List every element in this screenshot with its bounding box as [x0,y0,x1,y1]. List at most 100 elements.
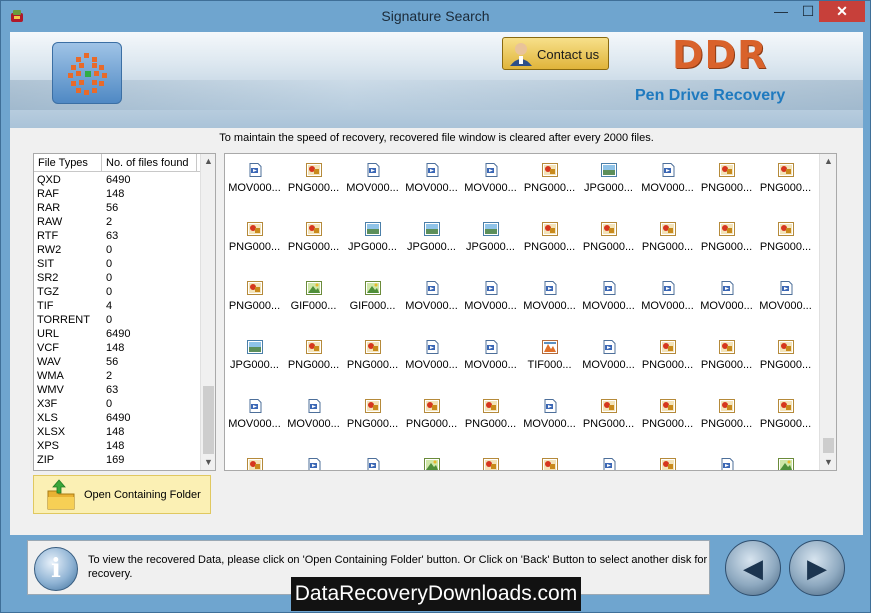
recovered-file-item[interactable]: PNG000... [225,263,284,322]
recovered-file-item[interactable]: PNG000... [520,440,579,470]
recovered-file-item[interactable]: PNG000... [756,322,815,381]
back-button[interactable]: ◀ [725,540,781,596]
recovered-file-item[interactable]: JPG000... [225,322,284,381]
file-type-row[interactable]: RW2 0 [34,243,201,257]
recovered-file-item[interactable]: MOV000... [402,263,461,322]
recovered-file-item[interactable]: PNG000... [756,204,815,263]
open-containing-folder-button[interactable]: Open Containing Folder [33,475,211,514]
recovered-file-item[interactable]: TIF000... [520,322,579,381]
recovered-file-item[interactable]: PNG000... [284,154,343,204]
file-type-row[interactable]: XPS 148 [34,439,201,453]
recovered-file-item[interactable]: GIF000... [284,263,343,322]
recovered-file-item[interactable]: MOV000... [343,440,402,470]
recovered-file-item[interactable]: PNG000... [756,381,815,440]
column-header-count[interactable]: No. of files found [106,157,189,169]
recovered-file-item[interactable]: PNG000... [638,204,697,263]
recovered-file-item[interactable]: MOV000... [225,154,284,204]
minimize-button[interactable]: — [767,1,795,22]
recovered-file-item[interactable]: MOV000... [520,263,579,322]
file-type-row[interactable]: SR2 0 [34,271,201,285]
recovered-file-item[interactable]: MOV000... [284,381,343,440]
close-button[interactable]: ✕ [819,1,865,22]
scroll-thumb[interactable] [203,386,214,454]
file-type-row[interactable]: WMA 2 [34,369,201,383]
column-header-file-types[interactable]: File Types [38,157,88,169]
file-type-row[interactable]: TIF 4 [34,299,201,313]
recovered-file-item[interactable]: MOV000... [579,263,638,322]
recovered-file-item[interactable]: MOV000... [225,381,284,440]
recovered-file-item[interactable]: PNG000... [579,381,638,440]
file-type-row[interactable]: VCF 148 [34,341,201,355]
recovered-file-item[interactable]: PNG000... [225,440,284,470]
recovered-file-item[interactable]: PNG000... [697,322,756,381]
recovered-file-item[interactable]: JPG000... [343,204,402,263]
recovered-file-item[interactable]: PNG000... [697,154,756,204]
file-type-row[interactable]: RAF 148 [34,187,201,201]
recovered-file-item[interactable]: PNG000... [284,204,343,263]
recovered-file-item[interactable]: JPG000... [579,154,638,204]
file-type-row[interactable]: WMV 63 [34,383,201,397]
recovered-file-item[interactable]: MOV000... [638,263,697,322]
scroll-up-arrow-icon[interactable]: ▲ [201,154,215,169]
recovered-file-item[interactable]: MOV000... [461,263,520,322]
recovered-file-item[interactable]: MOV000... [343,154,402,204]
recovered-file-item[interactable]: GIF000... [343,263,402,322]
recovered-file-item[interactable]: PNG000... [461,381,520,440]
recovered-file-item[interactable]: MOV000... [579,440,638,470]
recovered-files-grid[interactable]: MOV000... PNG000... MOV000... MOV000... MOV0… [224,153,837,471]
file-type-row[interactable]: XLSX 148 [34,425,201,439]
recovered-file-item[interactable]: JPG000... [461,204,520,263]
recovered-file-item[interactable]: PNG000... [638,440,697,470]
recovered-file-item[interactable]: PNG000... [579,204,638,263]
scroll-down-arrow-icon[interactable]: ▼ [820,455,836,470]
recovered-file-item[interactable]: PNG000... [402,381,461,440]
recovered-file-item[interactable]: MOV000... [461,322,520,381]
file-types-table[interactable]: File Types No. of files found QXD 6490 RAF… [33,153,216,471]
file-type-row[interactable]: XLS 6490 [34,411,201,425]
file-type-row[interactable]: TORRENT 0 [34,313,201,327]
scroll-up-arrow-icon[interactable]: ▲ [820,154,836,169]
recovered-file-item[interactable]: MOV000... [579,322,638,381]
file-type-row[interactable]: QXD 6490 [34,173,201,187]
recovered-file-item[interactable]: PNG000... [225,204,284,263]
recovered-file-item[interactable]: MOV000... [284,440,343,470]
scroll-thumb[interactable] [823,438,834,453]
recovered-file-item[interactable]: PNG000... [638,322,697,381]
file-type-row[interactable]: X3F 0 [34,397,201,411]
recovered-file-item[interactable]: PNG000... [520,154,579,204]
column-divider[interactable] [101,154,102,172]
recovered-file-item[interactable]: MOV000... [520,381,579,440]
recovered-file-item[interactable]: PNG000... [343,322,402,381]
file-type-row[interactable]: URL 6490 [34,327,201,341]
column-divider[interactable] [196,154,197,172]
recovered-file-item[interactable]: PNG000... [756,154,815,204]
recovered-file-item[interactable]: MOV000... [756,263,815,322]
file-type-row[interactable]: ZIP 169 [34,453,201,467]
maximize-button[interactable]: ☐ [795,1,821,22]
recovered-file-item[interactable]: MOV000... [638,154,697,204]
scroll-down-arrow-icon[interactable]: ▼ [201,455,215,470]
recovered-file-item[interactable]: PNG000... [697,381,756,440]
file-type-row[interactable]: RAW 2 [34,215,201,229]
file-type-row[interactable]: RAR 56 [34,201,201,215]
file-types-scrollbar[interactable]: ▲ ▼ [200,154,215,470]
file-type-row[interactable]: WAV 56 [34,355,201,369]
recovered-file-item[interactable]: MOV000... [697,263,756,322]
file-type-row[interactable]: RTF 63 [34,229,201,243]
recovered-file-item[interactable]: GIF000... [756,440,815,470]
file-type-row[interactable]: SIT 0 [34,257,201,271]
recovered-file-item[interactable]: MOV000... [697,440,756,470]
file-type-row[interactable]: TGZ 0 [34,285,201,299]
recovered-file-item[interactable]: MOV000... [402,322,461,381]
recovered-file-item[interactable]: PNG000... [520,204,579,263]
recovered-file-item[interactable]: PNG000... [697,204,756,263]
recovered-file-item[interactable]: PNG000... [284,322,343,381]
recovered-file-item[interactable]: GIF000... [402,440,461,470]
next-button[interactable]: ▶ [789,540,845,596]
recovered-file-item[interactable]: MOV000... [402,154,461,204]
recovered-file-item[interactable]: PNG000... [343,381,402,440]
recovered-file-item[interactable]: JPG000... [402,204,461,263]
recovered-file-item[interactable]: PNG000... [461,440,520,470]
recovered-file-item[interactable]: MOV000... [461,154,520,204]
files-scrollbar[interactable]: ▲ ▼ [819,154,836,470]
